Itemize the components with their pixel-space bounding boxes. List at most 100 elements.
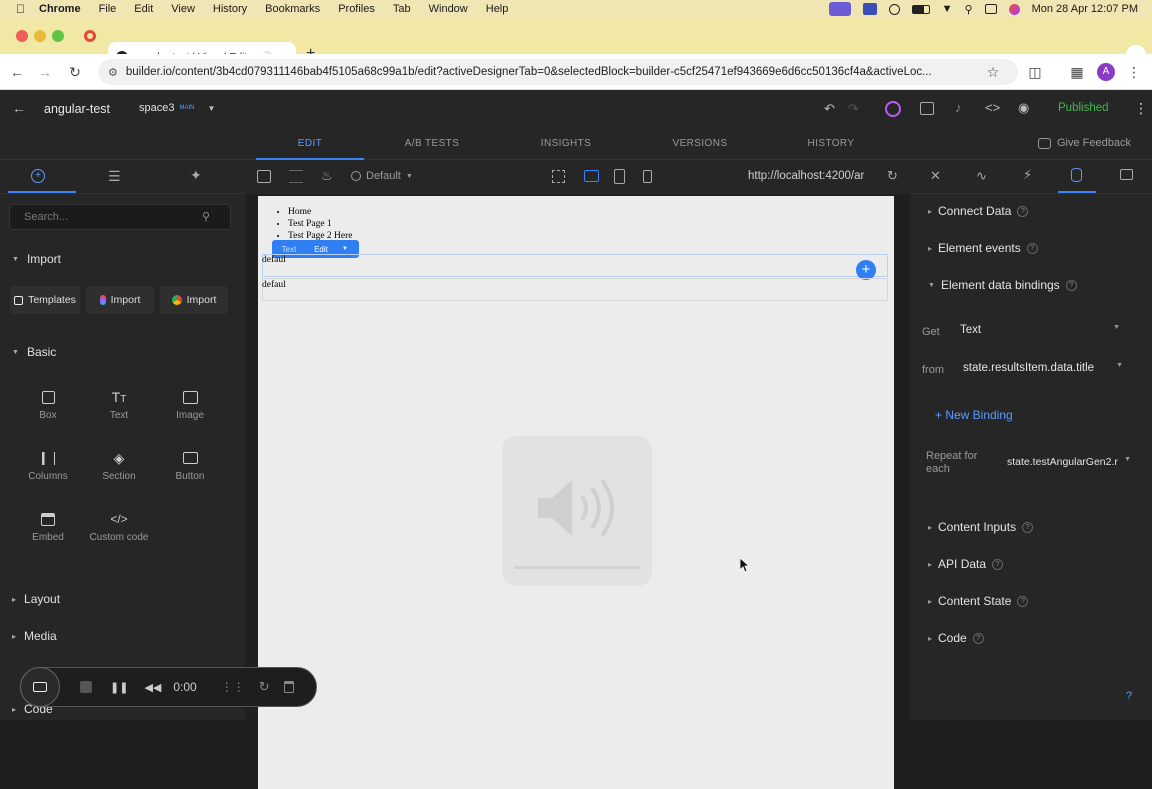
- design-canvas[interactable]: Home Test Page 1 Test Page 2 Here Text E…: [258, 196, 894, 789]
- tab-history[interactable]: HISTORY: [777, 128, 885, 160]
- window-zoom-button[interactable]: [52, 30, 64, 42]
- menu-edit[interactable]: Edit: [134, 3, 153, 15]
- menubar-clock[interactable]: Mon 28 Apr 12:07 PM: [1032, 3, 1138, 15]
- layers-icon[interactable]: ☰: [108, 168, 121, 185]
- flame-icon[interactable]: ♨: [321, 168, 333, 184]
- project-name[interactable]: angular-test: [44, 102, 110, 116]
- preview-eye-icon[interactable]: ◉: [1018, 100, 1029, 116]
- tab-insights[interactable]: INSIGHTS: [512, 128, 620, 160]
- help-icon[interactable]: ?: [1017, 205, 1029, 217]
- comments-icon[interactable]: [1120, 169, 1133, 180]
- restart-icon[interactable]: ↻: [259, 679, 270, 695]
- get-property-select[interactable]: Text ▼: [960, 324, 1120, 336]
- site-info-icon[interactable]: ⚙: [108, 66, 118, 79]
- control-center-icon[interactable]: [984, 4, 997, 14]
- forward-button[interactable]: →: [36, 63, 54, 81]
- templates-button[interactable]: Templates: [10, 286, 80, 314]
- menu-view[interactable]: View: [171, 3, 195, 15]
- code-panel-section[interactable]: ▸ Code ?: [928, 631, 984, 645]
- nav-item-home[interactable]: Home: [288, 206, 353, 218]
- help-icon[interactable]: ?: [972, 632, 984, 644]
- window-close-button[interactable]: [16, 30, 28, 42]
- help-icon[interactable]: ?: [1022, 521, 1034, 533]
- address-bar[interactable]: ⚙ builder.io/content/3b4cd079311146bab4f…: [98, 59, 1018, 85]
- content-state-section[interactable]: ▸ Content State ?: [928, 594, 1029, 608]
- help-icon[interactable]: ?: [1026, 242, 1038, 254]
- block-text[interactable]: TT Text: [88, 384, 150, 436]
- insert-tab-plus-icon[interactable]: +: [31, 169, 45, 183]
- figma-import-button[interactable]: Import: [86, 286, 154, 314]
- breakpoint-selector[interactable]: Default ▼: [351, 170, 413, 182]
- selected-text-block[interactable]: [262, 254, 888, 277]
- nav-list[interactable]: Home Test Page 1 Test Page 2 Here: [276, 206, 353, 242]
- wifi-icon[interactable]: ▼: [942, 3, 953, 15]
- drag-grid-icon[interactable]: ⋮⋮: [221, 680, 245, 694]
- block-section[interactable]: ◈ Section: [88, 445, 150, 497]
- ai-sparkle-icon[interactable]: ✦: [190, 167, 202, 184]
- tablet-view-icon[interactable]: [614, 169, 625, 184]
- block-columns[interactable]: Columns: [17, 445, 79, 497]
- tab-versions[interactable]: VERSIONS: [646, 128, 754, 160]
- notifications-bell-icon[interactable]: ♪: [955, 100, 962, 115]
- menu-help[interactable]: Help: [486, 3, 509, 15]
- menu-bookmarks[interactable]: Bookmarks: [265, 3, 320, 15]
- help-icon[interactable]: ?: [1065, 279, 1077, 291]
- window-minimize-button[interactable]: [34, 30, 46, 42]
- blocks-search-input[interactable]: [9, 204, 231, 230]
- delete-trash-icon[interactable]: [283, 681, 294, 693]
- extension-puzzle-icon[interactable]: ▦: [1068, 63, 1086, 81]
- connect-data-section[interactable]: ▸ Connect Data ?: [928, 204, 1029, 218]
- help-question-icon[interactable]: ?: [1126, 690, 1132, 702]
- interactions-bolt-icon[interactable]: ⚡: [1023, 167, 1032, 183]
- address-url[interactable]: builder.io/content/3b4cd079311146bab4f51…: [126, 66, 932, 78]
- media-section-header[interactable]: ▸ Media: [12, 629, 57, 643]
- more-options-icon[interactable]: ⋮: [1134, 100, 1148, 117]
- block-embed[interactable]: Embed: [17, 506, 79, 558]
- tab-edit[interactable]: EDIT: [256, 128, 364, 160]
- reload-button[interactable]: ↻: [66, 63, 84, 81]
- code-view-icon[interactable]: <>: [985, 100, 1000, 115]
- stop-recording-button[interactable]: [80, 681, 92, 693]
- block-image[interactable]: Image: [159, 384, 221, 436]
- schedule-icon[interactable]: [920, 102, 934, 115]
- block-button[interactable]: Button: [159, 445, 221, 497]
- import-section-header[interactable]: ▼ Import: [12, 252, 61, 266]
- reload-preview-icon[interactable]: ↻: [887, 168, 898, 184]
- siri-icon[interactable]: [1008, 3, 1020, 15]
- fit-screen-icon[interactable]: [552, 170, 565, 183]
- basic-section-header[interactable]: ▼ Basic: [12, 345, 56, 359]
- pause-icon[interactable]: ❚❚: [110, 681, 128, 694]
- add-block-plus-button[interactable]: +: [856, 260, 876, 280]
- give-feedback-button[interactable]: Give Feedback: [1038, 137, 1131, 149]
- help-icon[interactable]: ?: [1017, 595, 1029, 607]
- layout-section-header[interactable]: ▸ Layout: [12, 592, 60, 606]
- desktop-view-icon[interactable]: [584, 170, 599, 182]
- new-binding-button[interactable]: + New Binding: [935, 408, 1013, 422]
- preview-url[interactable]: http://localhost:4200/ar: [748, 170, 883, 182]
- menu-profiles[interactable]: Profiles: [338, 3, 375, 15]
- nav-item-test-page-1[interactable]: Test Page 1: [288, 218, 353, 230]
- rewind-icon[interactable]: ◀◀: [144, 681, 161, 694]
- redo-icon[interactable]: ↷: [848, 101, 859, 117]
- element-data-bindings-section[interactable]: ▼ Element data bindings ?: [928, 278, 1077, 292]
- from-expression-field[interactable]: state.resultsItem.data.title ▼: [963, 362, 1123, 374]
- repeat-expression-field[interactable]: state.testAngularGen2.r ▼: [1007, 456, 1131, 468]
- outline-toggle-icon[interactable]: [289, 170, 303, 183]
- extensions-icon[interactable]: ◫: [1026, 63, 1044, 81]
- block-box[interactable]: Box: [17, 384, 79, 436]
- menu-app-chrome[interactable]: Chrome: [39, 3, 81, 15]
- spotlight-search-icon[interactable]: ⚲: [965, 3, 973, 16]
- battery-icon[interactable]: [911, 4, 930, 14]
- api-data-section[interactable]: ▸ API Data ?: [928, 557, 1004, 571]
- content-inputs-section[interactable]: ▸ Content Inputs ?: [928, 520, 1034, 534]
- edit-block-button[interactable]: Edit: [306, 245, 336, 254]
- panels-toggle-icon[interactable]: [257, 170, 271, 183]
- back-button[interactable]: ←: [8, 63, 26, 81]
- chevron-down-icon[interactable]: ▼: [342, 246, 348, 252]
- chrome-import-button[interactable]: Import: [160, 286, 228, 314]
- animation-icon[interactable]: ∿: [976, 168, 987, 184]
- tab-ab-tests[interactable]: A/B TESTS: [378, 128, 486, 160]
- repeated-text-1[interactable]: defaul: [262, 255, 286, 265]
- data-database-icon[interactable]: [1071, 168, 1082, 182]
- publish-status-button[interactable]: Published: [1058, 102, 1109, 114]
